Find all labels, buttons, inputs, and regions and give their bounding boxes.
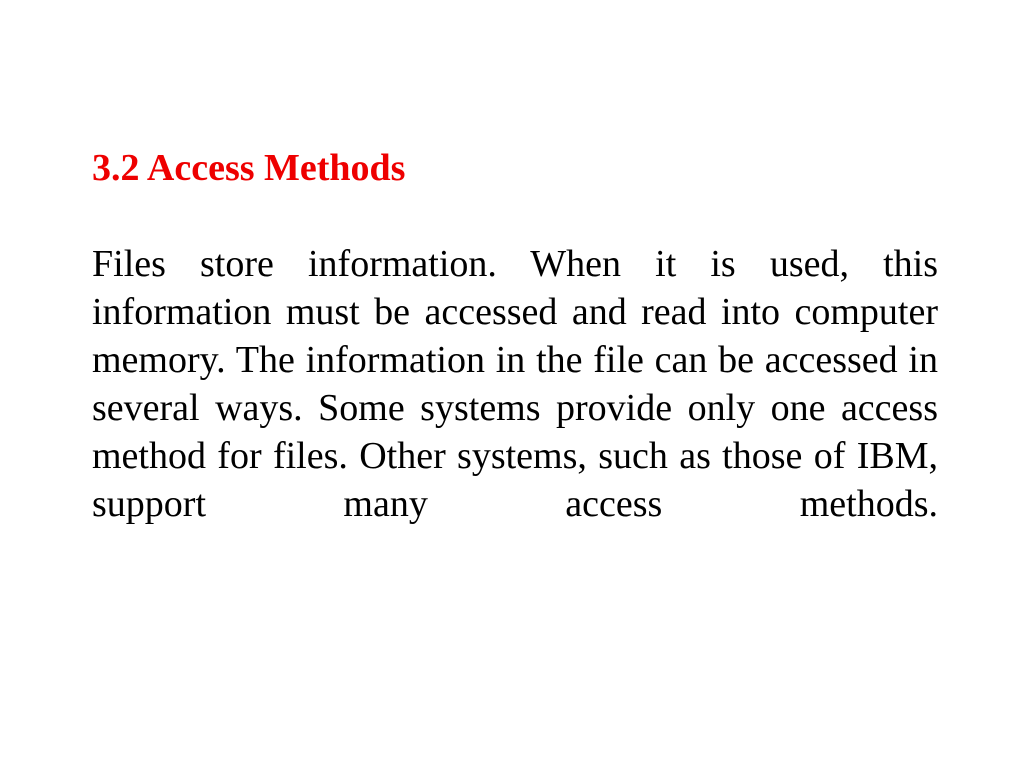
page-title: 3.2 Access Methods xyxy=(92,147,406,189)
slide-canvas: 3.2 Access Methods Files store informati… xyxy=(0,0,1024,768)
body-paragraph: Files store information. When it is used… xyxy=(92,243,938,525)
